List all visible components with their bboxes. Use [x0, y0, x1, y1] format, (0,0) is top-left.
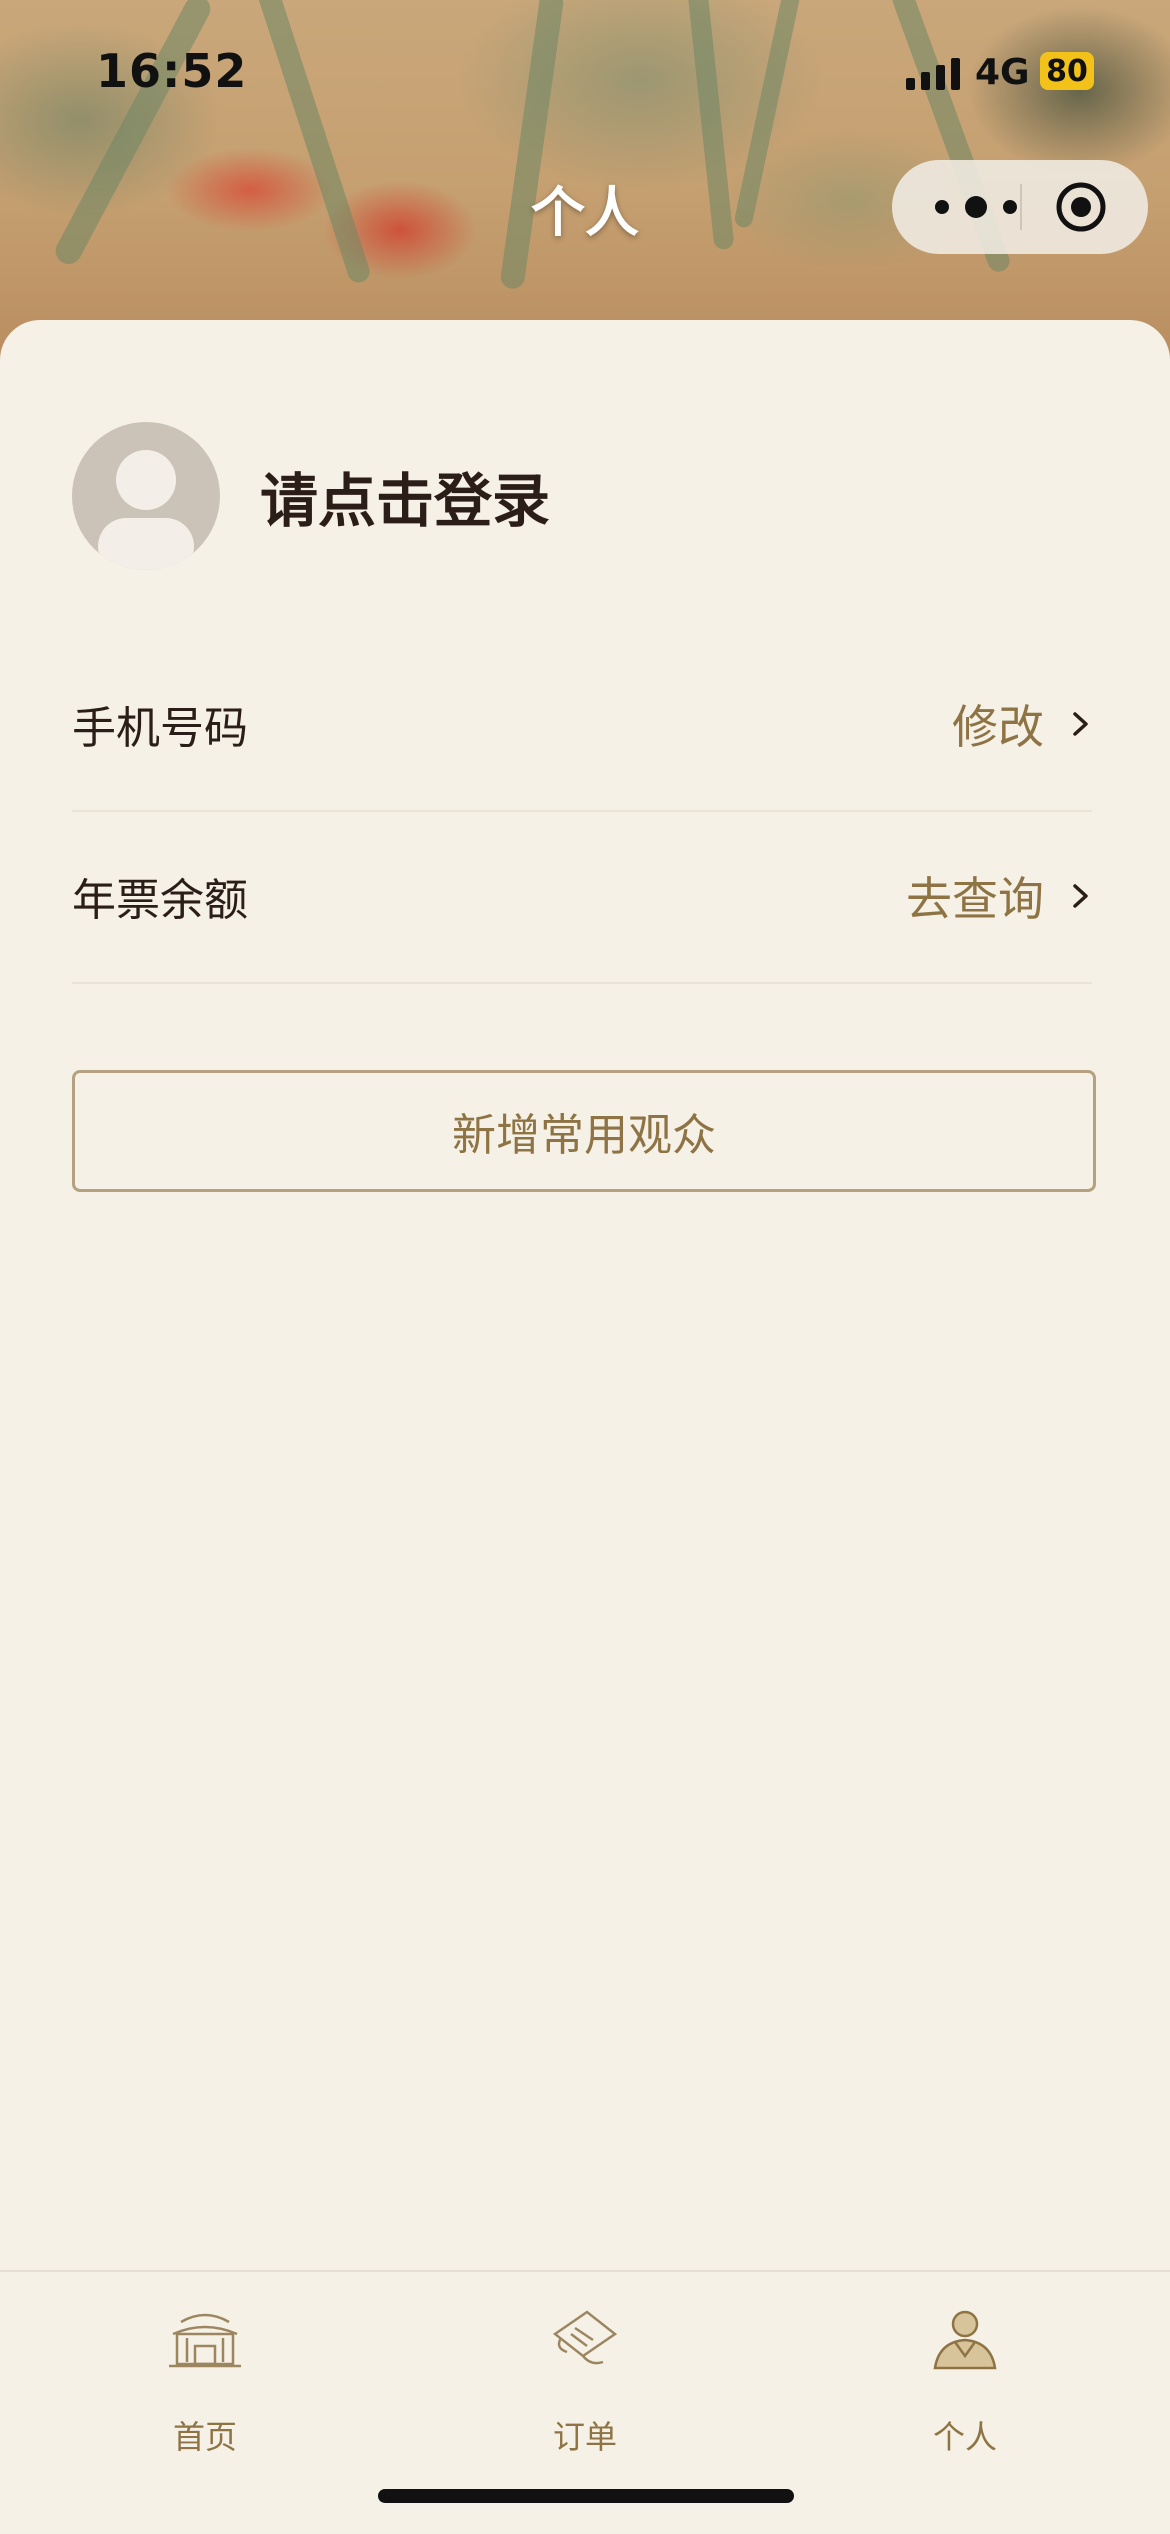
login-prompt[interactable]: 请点击登录: [260, 454, 550, 538]
scroll-icon: [552, 2310, 618, 2365]
more-dots-icon[interactable]: [926, 188, 1026, 226]
tab-profile-label: 个人: [932, 2418, 997, 2456]
tab-orders-label: 订单: [552, 2418, 617, 2456]
target-circle-icon[interactable]: [1054, 180, 1108, 234]
phone-row[interactable]: 手机号码 修改: [72, 638, 1092, 812]
phone-label: 手机号码: [72, 703, 248, 754]
chevron-right-icon: [1073, 884, 1088, 908]
annual-ticket-label: 年票余额: [72, 875, 248, 926]
signal-icon: [906, 56, 960, 90]
content-card: 请点击登录 手机号码 修改 年票余额 去查询 新增常用观众: [0, 320, 1170, 2270]
person-icon: [933, 2310, 997, 2370]
tab-profile[interactable]: 个人: [770, 2272, 1160, 2472]
miniprogram-capsule: [892, 160, 1148, 254]
annual-ticket-query-link[interactable]: 去查询: [906, 863, 1044, 929]
status-bar: 16:52 4G 80: [0, 0, 1170, 150]
phone-edit-link[interactable]: 修改: [952, 691, 1044, 757]
tab-home-label: 首页: [172, 2418, 237, 2456]
status-time: 16:52: [96, 44, 248, 98]
profile-section[interactable]: 请点击登录: [72, 422, 550, 570]
capsule-divider: [1020, 184, 1022, 230]
chevron-right-icon: [1073, 712, 1088, 736]
add-visitor-button[interactable]: 新增常用观众: [72, 1070, 1096, 1192]
battery-icon: 80: [1040, 52, 1094, 90]
home-indicator: [378, 2489, 794, 2503]
tab-home[interactable]: 首页: [10, 2272, 400, 2472]
tab-orders[interactable]: 订单: [390, 2272, 780, 2472]
annual-ticket-row[interactable]: 年票余额 去查询: [72, 810, 1092, 984]
default-avatar-icon[interactable]: [72, 422, 220, 570]
network-type: 4G: [975, 52, 1030, 93]
battery-level: 80: [1046, 53, 1088, 89]
palace-gate-icon: [169, 2313, 241, 2368]
